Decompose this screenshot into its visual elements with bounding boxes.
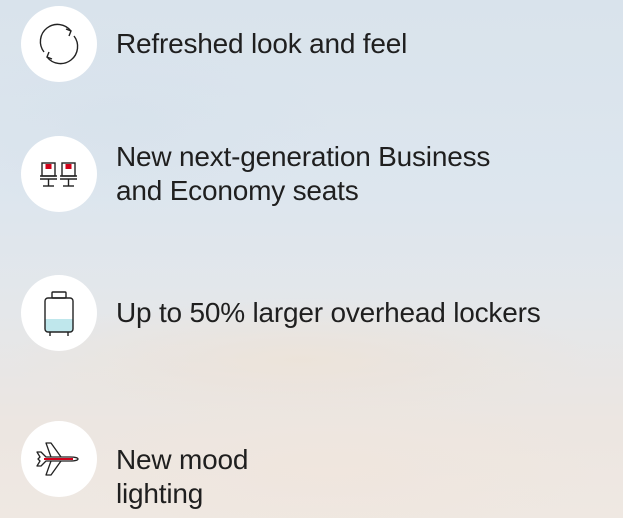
feature-label: New mood lighting [116,444,249,509]
feature-mood-lighting: New mood lighting [21,421,316,511]
luggage-icon-circle [21,275,97,351]
luggage-icon [44,291,74,336]
seats-icon-circle [21,136,97,212]
feature-refreshed-look: Refreshed look and feel [21,6,407,82]
feature-larger-lockers: Up to 50% larger overhead lockers [21,275,541,351]
refresh-icon-circle [21,6,97,82]
refresh-icon [39,23,79,65]
feature-label: New next-generation Business and Economy… [116,141,491,206]
airplane-icon [36,442,79,476]
airplane-icon-circle [21,421,97,497]
feature-label: Refreshed look and feel [116,28,408,59]
seats-icon [40,162,77,187]
feature-new-seats: New next-generation Business and Economy… [21,136,596,212]
feature-label: Up to 50% larger overhead lockers [116,297,541,328]
